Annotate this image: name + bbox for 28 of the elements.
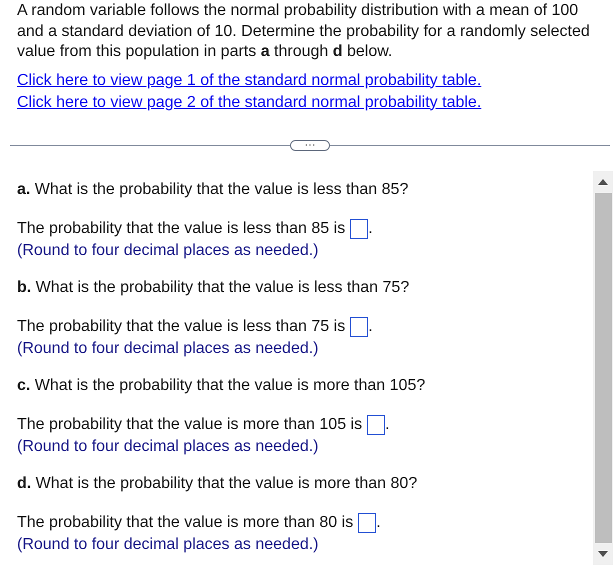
- period-text: .: [368, 218, 373, 238]
- period-text: .: [385, 414, 390, 434]
- scroll-down-icon[interactable]: [598, 550, 608, 556]
- answer-text: The probability that the value is more than 80 is: [17, 512, 354, 532]
- answer-box[interactable]: [358, 512, 376, 532]
- table-link[interactable]: Click here to view page 1 of the standard normal probability table.: [17, 72, 482, 88]
- period-text: .: [376, 512, 381, 532]
- answer-text: The probability that the value is less than 75 is: [17, 316, 346, 336]
- rounding-note: (Round to four decimal places as needed.): [17, 240, 320, 260]
- rounding-note: (Round to four decimal places as needed.): [17, 436, 320, 456]
- scrollbar-thumb[interactable]: [594, 192, 612, 542]
- answer-box[interactable]: [350, 316, 368, 336]
- table-link[interactable]: Click here to view page 2 of the standard normal probability table.: [17, 94, 482, 110]
- answer-text: The probability that the value is less than 85 is: [17, 218, 346, 238]
- answer-box[interactable]: [367, 414, 386, 434]
- expand-button[interactable]: ···: [290, 140, 330, 150]
- answer-box[interactable]: [350, 218, 368, 238]
- question-text: a. What is the probability that the value is less than 85?: [17, 180, 410, 200]
- scrollbar[interactable]: [593, 170, 613, 564]
- answer-text: The probability that the value is more than 105 is: [17, 414, 362, 434]
- problem-statement: A random variable follows the normal probability distribution with a mean of 100 and a standard deviation of 10. Determine the probability for a randomly selected value from this population in parts a through d below.: [17, 1, 591, 62]
- question-text: b. What is the probability that the value is less than 75?: [17, 278, 410, 298]
- scroll-up-icon[interactable]: [598, 178, 608, 184]
- rounding-note: (Round to four decimal places as needed.): [17, 338, 320, 358]
- question-text: c. What is the probability that the value is more than 105?: [17, 376, 426, 396]
- period-text: .: [368, 316, 373, 336]
- rounding-note: (Round to four decimal places as needed.): [17, 534, 320, 554]
- question-text: d. What is the probability that the value is more than 80?: [17, 474, 418, 494]
